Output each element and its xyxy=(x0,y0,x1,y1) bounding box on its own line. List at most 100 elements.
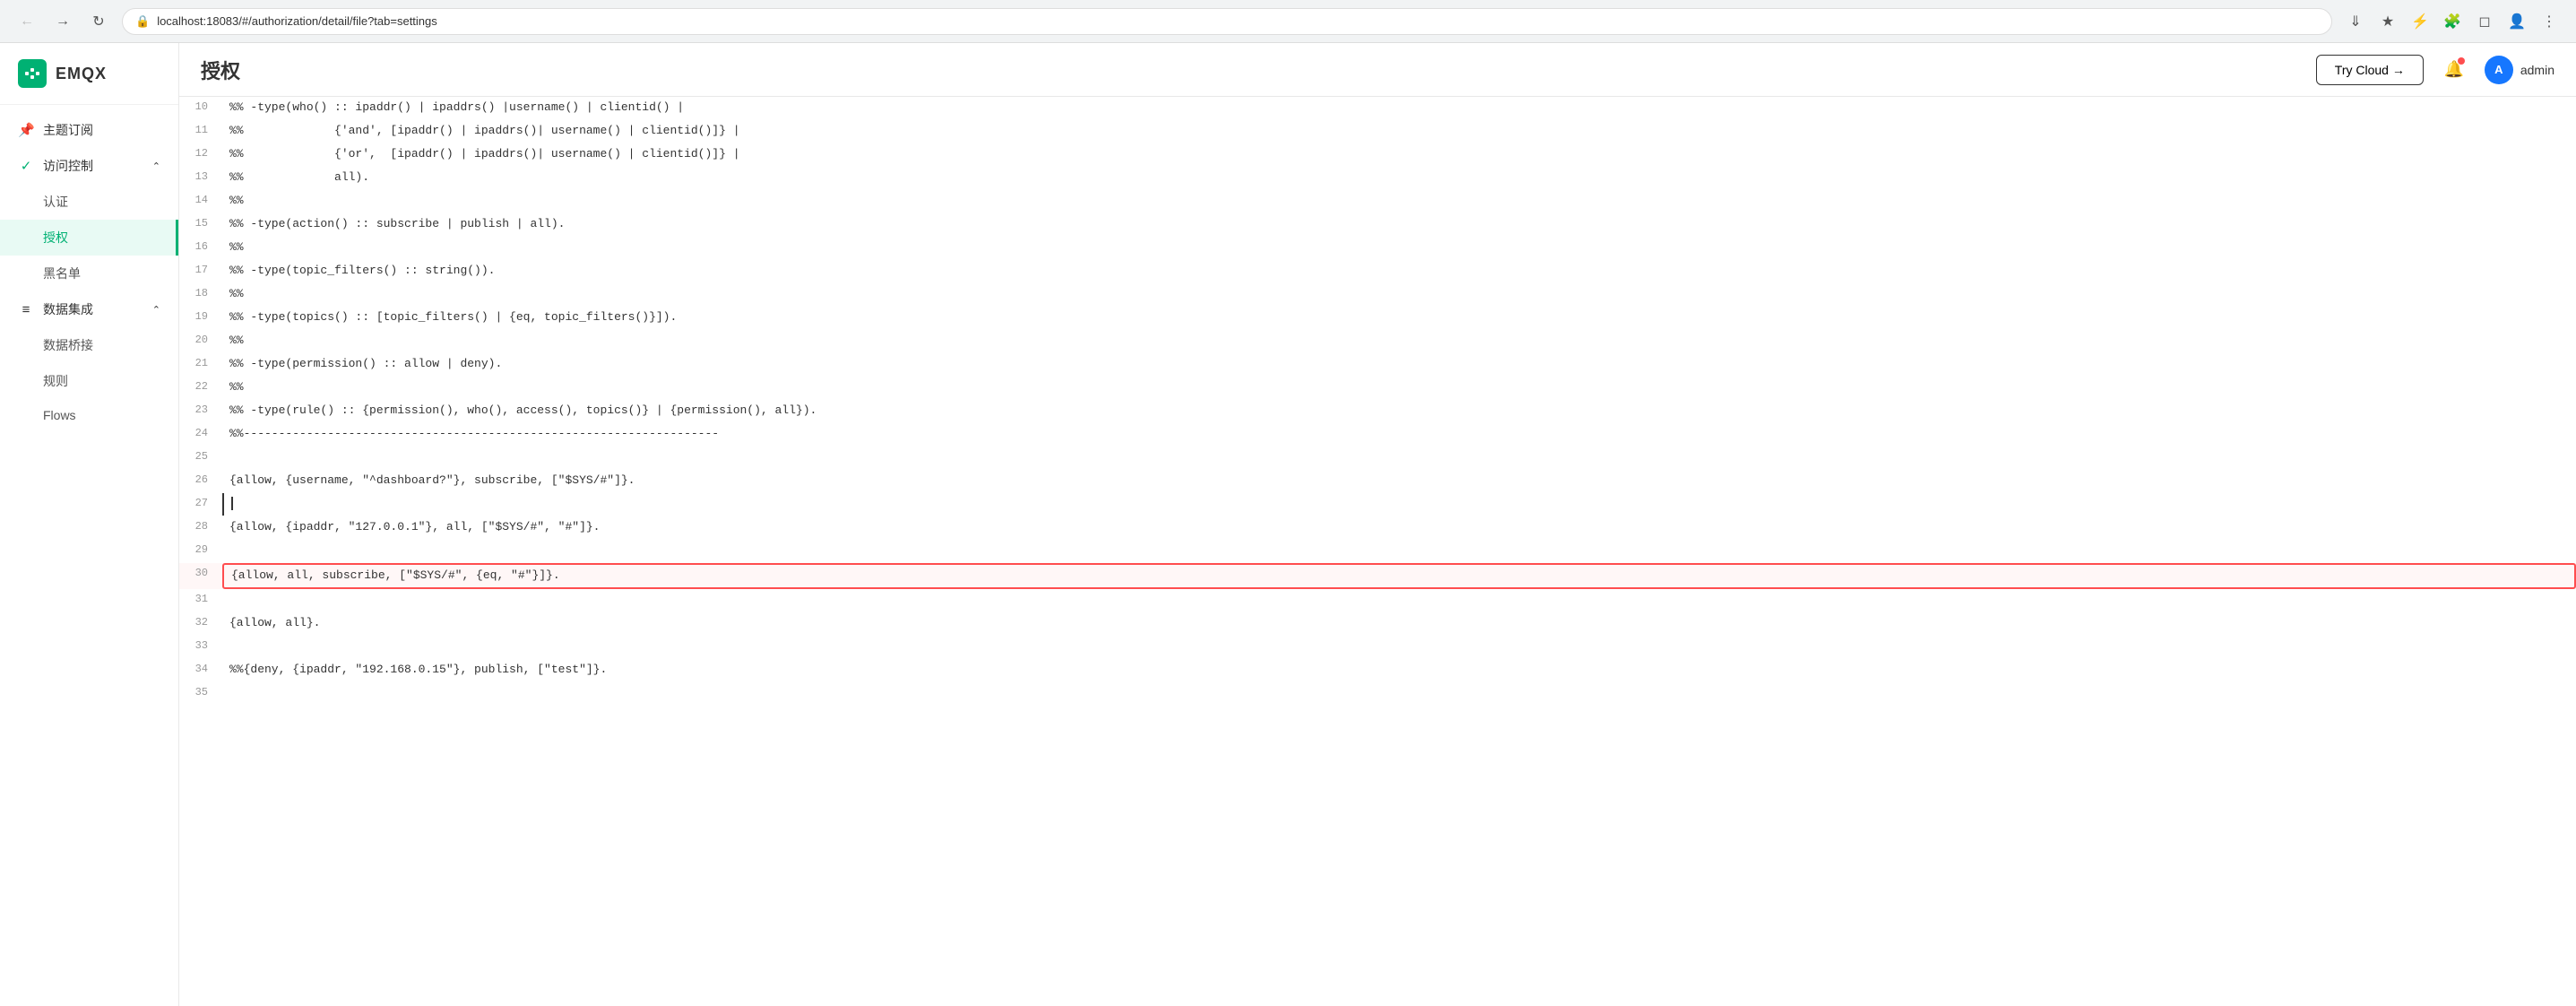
code-editor[interactable]: 10%% -type(who() :: ipaddr() | ipaddrs()… xyxy=(179,97,2576,1006)
code-line-31[interactable]: 31 xyxy=(179,589,2576,612)
refresh-button[interactable]: ↻ xyxy=(86,9,111,34)
line-content: %% -type(topics() :: [topic_filters() | … xyxy=(222,307,2576,329)
code-line-19[interactable]: 19%% -type(topics() :: [topic_filters() … xyxy=(179,307,2576,330)
avatar: A xyxy=(2485,56,2513,84)
line-content: %% -type(topic_filters() :: string()). xyxy=(222,260,2576,282)
sidebar-logo: EMQX xyxy=(0,43,178,105)
line-content: %%{deny, {ipaddr, "192.168.0.15"}, publi… xyxy=(222,659,2576,681)
line-content xyxy=(222,493,2576,516)
sidebar-item-label: 授权 xyxy=(43,229,68,247)
browser-actions: ⇓ ★ ⚡ 🧩 ◻ 👤 ⋮ xyxy=(2343,9,2562,34)
line-number: 21 xyxy=(179,353,222,372)
line-content: %% -type(permission() :: allow | deny). xyxy=(222,353,2576,376)
line-number: 30 xyxy=(179,563,222,582)
code-line-13[interactable]: 13%% all). xyxy=(179,167,2576,190)
sidebar-navigation: 📌 主题订阅 ✓ 访问控制 ⌃ 认证 授权 黑名单 ≡ xyxy=(0,105,178,1006)
try-cloud-button[interactable]: Try Cloud → xyxy=(2316,55,2424,85)
back-button[interactable]: ← xyxy=(14,9,39,34)
code-line-24[interactable]: 24%%------------------------------------… xyxy=(179,423,2576,447)
code-line-18[interactable]: 18%% xyxy=(179,283,2576,307)
sidebar-item-authz[interactable]: 授权 xyxy=(0,220,178,256)
line-number: 33 xyxy=(179,636,222,655)
sidebar-item-label: 认证 xyxy=(43,193,68,211)
line-content: %% xyxy=(222,237,2576,259)
code-line-27[interactable]: 27 xyxy=(179,493,2576,516)
code-line-30[interactable]: 30{allow, all, subscribe, ["$SYS/#", {eq… xyxy=(179,563,2576,589)
line-content: {allow, {ipaddr, "127.0.0.1"}, all, ["$S… xyxy=(222,516,2576,539)
forward-button[interactable]: → xyxy=(50,9,75,34)
header-actions: Try Cloud → 🔔 A admin xyxy=(2316,54,2554,86)
sidebar-item-data-bridge[interactable]: 数据桥接 xyxy=(0,327,178,363)
window-button[interactable]: ◻ xyxy=(2472,9,2497,34)
code-line-11[interactable]: 11%% {'and', [ipaddr() | ipaddrs()| user… xyxy=(179,120,2576,143)
line-number: 28 xyxy=(179,516,222,535)
sidebar-item-data-integration[interactable]: ≡ 数据集成 ⌃ xyxy=(0,291,178,327)
notification-button[interactable]: 🔔 xyxy=(2438,54,2470,86)
sidebar-item-auth[interactable]: 认证 xyxy=(0,184,178,220)
user-info[interactable]: A admin xyxy=(2485,56,2554,84)
line-number: 14 xyxy=(179,190,222,209)
data-integration-icon: ≡ xyxy=(18,302,34,317)
sidebar-item-rules[interactable]: 规则 xyxy=(0,363,178,399)
code-line-33[interactable]: 33 xyxy=(179,636,2576,659)
sidebar-item-label: 访问控制 xyxy=(43,157,93,175)
line-content: {allow, {username, "^dashboard?"}, subsc… xyxy=(222,470,2576,492)
code-line-28[interactable]: 28{allow, {ipaddr, "127.0.0.1"}, all, ["… xyxy=(179,516,2576,540)
code-line-32[interactable]: 32{allow, all}. xyxy=(179,612,2576,636)
code-line-25[interactable]: 25 xyxy=(179,447,2576,470)
code-line-15[interactable]: 15%% -type(action() :: subscribe | publi… xyxy=(179,213,2576,237)
line-content xyxy=(222,589,2576,593)
code-line-20[interactable]: 20%% xyxy=(179,330,2576,353)
code-line-35[interactable]: 35 xyxy=(179,682,2576,706)
line-content: %% xyxy=(222,283,2576,306)
line-number: 27 xyxy=(179,493,222,512)
code-line-12[interactable]: 12%% {'or', [ipaddr() | ipaddrs()| usern… xyxy=(179,143,2576,167)
sidebar-item-access-control[interactable]: ✓ 访问控制 ⌃ xyxy=(0,148,178,184)
code-line-29[interactable]: 29 xyxy=(179,540,2576,563)
sidebar-item-flows[interactable]: Flows xyxy=(0,399,178,431)
puzzle-button[interactable]: 🧩 xyxy=(2440,9,2465,34)
url-text: localhost:18083/#/authorization/detail/f… xyxy=(157,14,437,28)
line-content: %% -type(who() :: ipaddr() | ipaddrs() |… xyxy=(222,97,2576,119)
logo-icon xyxy=(18,59,47,88)
line-number: 29 xyxy=(179,540,222,559)
bookmark-button[interactable]: ★ xyxy=(2375,9,2400,34)
line-content: %% xyxy=(222,190,2576,212)
profile-button[interactable]: 👤 xyxy=(2504,9,2529,34)
code-line-22[interactable]: 22%% xyxy=(179,377,2576,400)
code-line-17[interactable]: 17%% -type(topic_filters() :: string()). xyxy=(179,260,2576,283)
menu-button[interactable]: ⋮ xyxy=(2537,9,2562,34)
line-number: 17 xyxy=(179,260,222,279)
user-name-label: admin xyxy=(2520,63,2554,77)
code-line-14[interactable]: 14%% xyxy=(179,190,2576,213)
line-number: 25 xyxy=(179,447,222,465)
line-content: %% -type(rule() :: {permission(), who(),… xyxy=(222,400,2576,422)
line-number: 12 xyxy=(179,143,222,162)
code-line-21[interactable]: 21%% -type(permission() :: allow | deny)… xyxy=(179,353,2576,377)
code-line-16[interactable]: 16%% xyxy=(179,237,2576,260)
line-number: 19 xyxy=(179,307,222,325)
lock-icon: 🔒 xyxy=(135,14,150,29)
line-number: 26 xyxy=(179,470,222,489)
downloads-button[interactable]: ⇓ xyxy=(2343,9,2368,34)
app-container: EMQX 📌 主题订阅 ✓ 访问控制 ⌃ 认证 授权 xyxy=(0,43,2576,1006)
line-number: 35 xyxy=(179,682,222,701)
address-bar[interactable]: 🔒 localhost:18083/#/authorization/detail… xyxy=(122,8,2332,35)
line-number: 32 xyxy=(179,612,222,631)
line-content: %% xyxy=(222,330,2576,352)
code-line-34[interactable]: 34%%{deny, {ipaddr, "192.168.0.15"}, pub… xyxy=(179,659,2576,682)
line-content xyxy=(222,636,2576,639)
line-number: 11 xyxy=(179,120,222,139)
sidebar-item-blacklist[interactable]: 黑名单 xyxy=(0,256,178,291)
code-line-26[interactable]: 26{allow, {username, "^dashboard?"}, sub… xyxy=(179,470,2576,493)
extension-button[interactable]: ⚡ xyxy=(2407,9,2433,34)
main-content: 授权 Try Cloud → 🔔 A admin 10%% -type(who(… xyxy=(179,43,2576,1006)
line-number: 22 xyxy=(179,377,222,395)
code-line-23[interactable]: 23%% -type(rule() :: {permission(), who(… xyxy=(179,400,2576,423)
code-line-10[interactable]: 10%% -type(who() :: ipaddr() | ipaddrs()… xyxy=(179,97,2576,120)
chevron-up-icon: ⌃ xyxy=(152,160,160,172)
access-control-icon: ✓ xyxy=(18,158,34,174)
line-content: {allow, all}. xyxy=(222,612,2576,635)
sidebar-item-subscription[interactable]: 📌 主题订阅 xyxy=(0,112,178,148)
sidebar-item-label: 黑名单 xyxy=(43,265,81,282)
